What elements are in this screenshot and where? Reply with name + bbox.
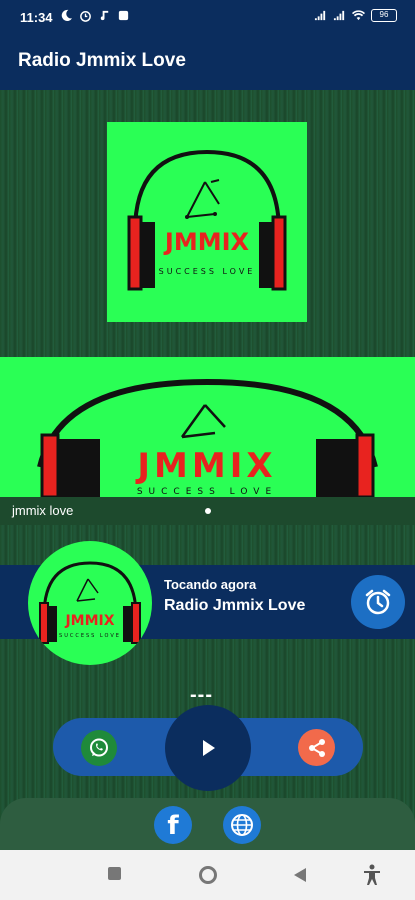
signal-icon (333, 10, 345, 21)
now-playing-artwork: JMMIX SUCCESS LOVE (28, 541, 152, 665)
notification-square-icon (118, 10, 129, 21)
artwork-brand-text: JMMIX (64, 613, 114, 629)
alarm-clock-icon (80, 11, 91, 22)
play-button[interactable] (165, 705, 251, 791)
wifi-icon (352, 10, 365, 21)
logo-tagline-text: SUCCESS LOVE (159, 267, 256, 276)
track-metadata: --- (190, 684, 213, 706)
carousel-indicator[interactable] (205, 508, 211, 514)
alarm-clock-icon (365, 589, 391, 615)
station-logo: JMMIX SUCCESS LOVE (107, 122, 307, 322)
recents-button[interactable] (108, 867, 121, 880)
share-button[interactable] (298, 729, 335, 766)
globe-icon (231, 814, 253, 836)
alarm-button[interactable] (351, 575, 405, 629)
status-right-icons: 96 (314, 9, 397, 22)
battery-icon: 96 (371, 9, 397, 22)
now-playing-station: Radio Jmmix Love (164, 597, 306, 614)
facebook-button[interactable]: f (154, 806, 192, 844)
banner-brand-text: JMMIX (135, 446, 276, 486)
logo-brand-text: JMMIX (163, 228, 250, 256)
back-button[interactable] (293, 867, 307, 883)
music-note-icon (100, 10, 109, 21)
banner-tagline-text: SUCCESS LOVE (137, 487, 277, 497)
status-time: 11:34 (20, 10, 53, 25)
whatsapp-icon (90, 738, 108, 757)
accessibility-icon[interactable] (362, 864, 382, 886)
app-title: Radio Jmmix Love (18, 50, 186, 71)
banner-image[interactable]: JMMIX SUCCESS LOVE (0, 357, 415, 497)
status-bar: 11:34 96 (0, 0, 415, 34)
banner-caption-bar: jmmix love (0, 497, 415, 525)
home-button[interactable] (199, 866, 217, 884)
app-bar: Radio Jmmix Love (0, 34, 415, 90)
signal-icon (314, 10, 326, 21)
headphones-banner-icon: JMMIX SUCCESS LOVE (37, 378, 378, 497)
banner-caption: jmmix love (12, 503, 74, 518)
headphones-logo-icon: JMMIX SUCCESS LOVE (127, 149, 287, 291)
whatsapp-button[interactable] (81, 730, 117, 766)
share-icon (308, 738, 325, 757)
website-button[interactable] (223, 806, 261, 844)
social-bar (0, 798, 415, 850)
system-nav-bar (0, 850, 415, 900)
now-playing-label: Tocando agora (164, 577, 257, 592)
headphones-artwork-icon: JMMIX SUCCESS LOVE (39, 561, 141, 644)
moon-icon (61, 9, 73, 21)
status-left-icons (60, 9, 130, 22)
artwork-tagline-text: SUCCESS LOVE (59, 633, 121, 639)
play-icon (203, 740, 215, 756)
facebook-icon: f (167, 811, 179, 841)
